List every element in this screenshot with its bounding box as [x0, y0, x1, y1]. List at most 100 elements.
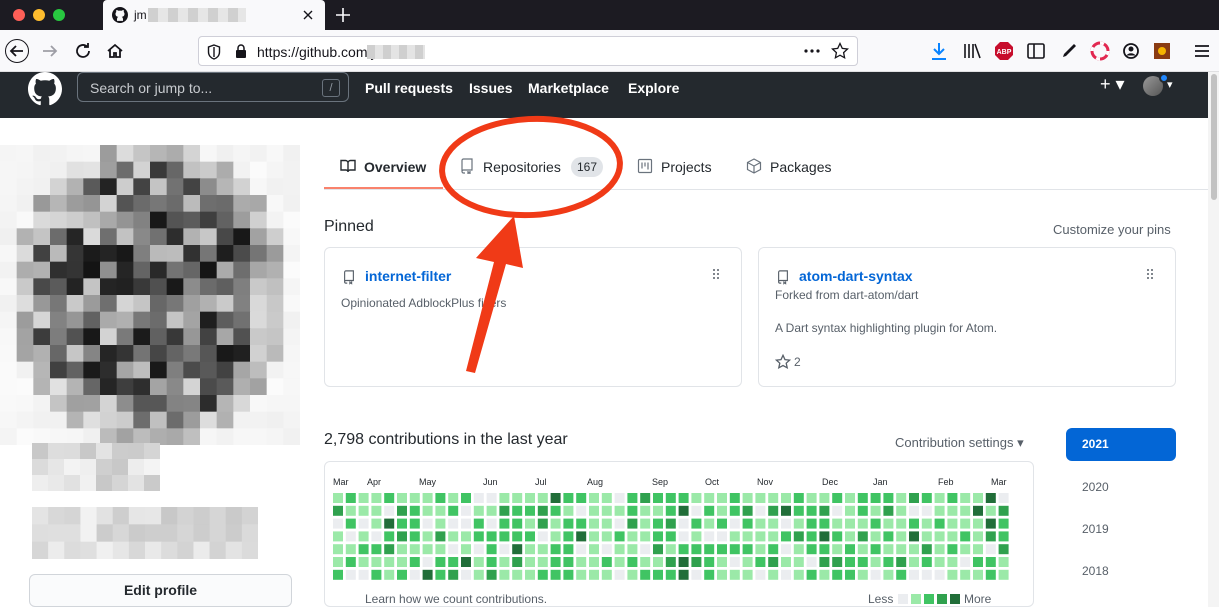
shield-icon[interactable]	[207, 44, 221, 60]
contribution-day	[499, 569, 510, 580]
pen-icon[interactable]	[1057, 39, 1081, 63]
avatar-caret-icon: ▾	[1167, 79, 1173, 91]
contribution-day	[793, 505, 804, 516]
avatar-pixel	[183, 328, 201, 346]
contribution-day	[409, 493, 420, 503]
contribution-day	[499, 493, 510, 503]
browser-tab[interactable]: jm	[103, 0, 325, 30]
contribution-day	[550, 569, 561, 580]
search-input[interactable]: Search or jump to... /	[77, 72, 349, 102]
avatar-pixel	[66, 211, 84, 229]
reader-icon[interactable]	[1024, 39, 1048, 63]
contribution-day	[358, 505, 369, 516]
nav-explore[interactable]: Explore	[628, 80, 679, 96]
tab-repositories[interactable]: Repositories 167	[459, 157, 609, 189]
redacted-pixel	[225, 507, 243, 525]
customize-pins-link[interactable]: Customize your pins	[1053, 222, 1171, 237]
url-bar[interactable]: https://github.com/jm	[198, 36, 858, 66]
drag-handle-icon[interactable]	[1146, 268, 1154, 280]
contribution-day	[960, 493, 971, 503]
contribution-day	[883, 544, 894, 555]
year-2020[interactable]: 2020	[1066, 471, 1176, 504]
avatar-pixel	[183, 245, 201, 263]
avatar-pixel	[100, 195, 118, 213]
contribution-day	[550, 544, 561, 555]
back-icon[interactable]	[5, 39, 29, 63]
contribution-day	[806, 557, 817, 567]
contribution-day	[819, 531, 830, 542]
window-minimize-button[interactable]	[33, 9, 45, 21]
nav-marketplace[interactable]: Marketplace	[528, 80, 609, 96]
contribution-day	[909, 569, 919, 580]
contribution-day	[614, 544, 625, 555]
scrollbar-thumb[interactable]	[1211, 74, 1217, 200]
more-dots-icon[interactable]	[803, 46, 821, 56]
avatar-pixel	[116, 195, 134, 213]
profile-avatar[interactable]	[0, 145, 300, 445]
nav-issues[interactable]: Issues	[469, 80, 513, 96]
contribution-day	[333, 505, 343, 516]
redacted-pixel	[48, 541, 65, 559]
year-2021[interactable]: 2021	[1066, 428, 1176, 461]
contribution-day	[998, 569, 1009, 580]
repo-name-link[interactable]: atom-dart-syntax	[799, 268, 913, 284]
contribution-day	[563, 531, 574, 542]
year-2018[interactable]: 2018	[1066, 555, 1176, 588]
new-tab-icon[interactable]	[333, 5, 353, 25]
contribution-day	[448, 518, 459, 529]
contribution-day	[512, 493, 523, 503]
extension-icon[interactable]	[1150, 39, 1174, 63]
contribution-day	[717, 518, 727, 529]
avatar-pixel	[250, 178, 268, 196]
home-icon[interactable]	[103, 39, 127, 63]
github-logo-icon[interactable]	[28, 72, 62, 106]
adblock-icon[interactable]: ABP	[992, 39, 1016, 63]
nav-pull-requests[interactable]: Pull requests	[365, 80, 453, 96]
contribution-day	[704, 531, 715, 542]
star-count[interactable]: 2	[794, 355, 801, 369]
forked-from-text[interactable]: Forked from dart-atom/dart	[775, 288, 918, 302]
download-icon[interactable]	[927, 39, 951, 63]
contribution-day	[473, 518, 484, 529]
contribution-day	[448, 505, 459, 516]
contribution-day	[947, 557, 958, 567]
avatar-pixel	[133, 345, 151, 363]
contribution-day	[985, 544, 996, 555]
contribution-day	[870, 569, 881, 580]
account-icon[interactable]	[1119, 39, 1143, 63]
avatar-pixel	[233, 178, 251, 196]
contribution-day	[806, 505, 817, 516]
window-zoom-button[interactable]	[53, 9, 65, 21]
pinned-repo-card: atom-dart-syntax Forked from dart-atom/d…	[758, 247, 1176, 387]
drag-handle-icon[interactable]	[712, 268, 720, 280]
tab-projects[interactable]: Projects	[637, 157, 717, 189]
contribution-day	[665, 569, 676, 580]
bookmark-star-icon[interactable]	[831, 42, 849, 60]
contribution-day	[973, 544, 983, 555]
repo-name-link[interactable]: internet-filter	[365, 268, 451, 284]
forward-icon[interactable]	[38, 39, 62, 63]
tab-overview[interactable]: Overview	[340, 157, 435, 189]
window-close-button[interactable]	[13, 9, 25, 21]
avatar-pixel	[83, 328, 101, 346]
avatar-pixel	[150, 378, 168, 396]
edit-profile-button[interactable]: Edit profile	[29, 574, 292, 607]
avatar-pixel	[50, 345, 68, 363]
redacted-pixel	[128, 541, 146, 559]
tab-close-icon[interactable]	[299, 6, 317, 24]
contribution-day	[333, 531, 343, 542]
contribution-day	[627, 518, 638, 529]
create-new-dropdown[interactable]: + ▾	[1100, 74, 1125, 95]
tab-packages[interactable]: Packages	[746, 157, 836, 189]
year-2019[interactable]: 2019	[1066, 513, 1176, 546]
contribution-day	[742, 569, 753, 580]
reload-icon[interactable]	[71, 39, 95, 63]
redacted-pixel	[128, 443, 145, 460]
menu-icon[interactable]	[1190, 39, 1214, 63]
lifebuoy-icon[interactable]	[1088, 39, 1112, 63]
library-icon[interactable]	[960, 39, 984, 63]
page-scrollbar[interactable]	[1208, 72, 1219, 607]
learn-contributions-link[interactable]: Learn how we count contributions.	[365, 592, 547, 606]
lock-icon[interactable]	[235, 44, 247, 58]
contribution-settings-dropdown[interactable]: Contribution settings ▾	[895, 435, 1024, 451]
